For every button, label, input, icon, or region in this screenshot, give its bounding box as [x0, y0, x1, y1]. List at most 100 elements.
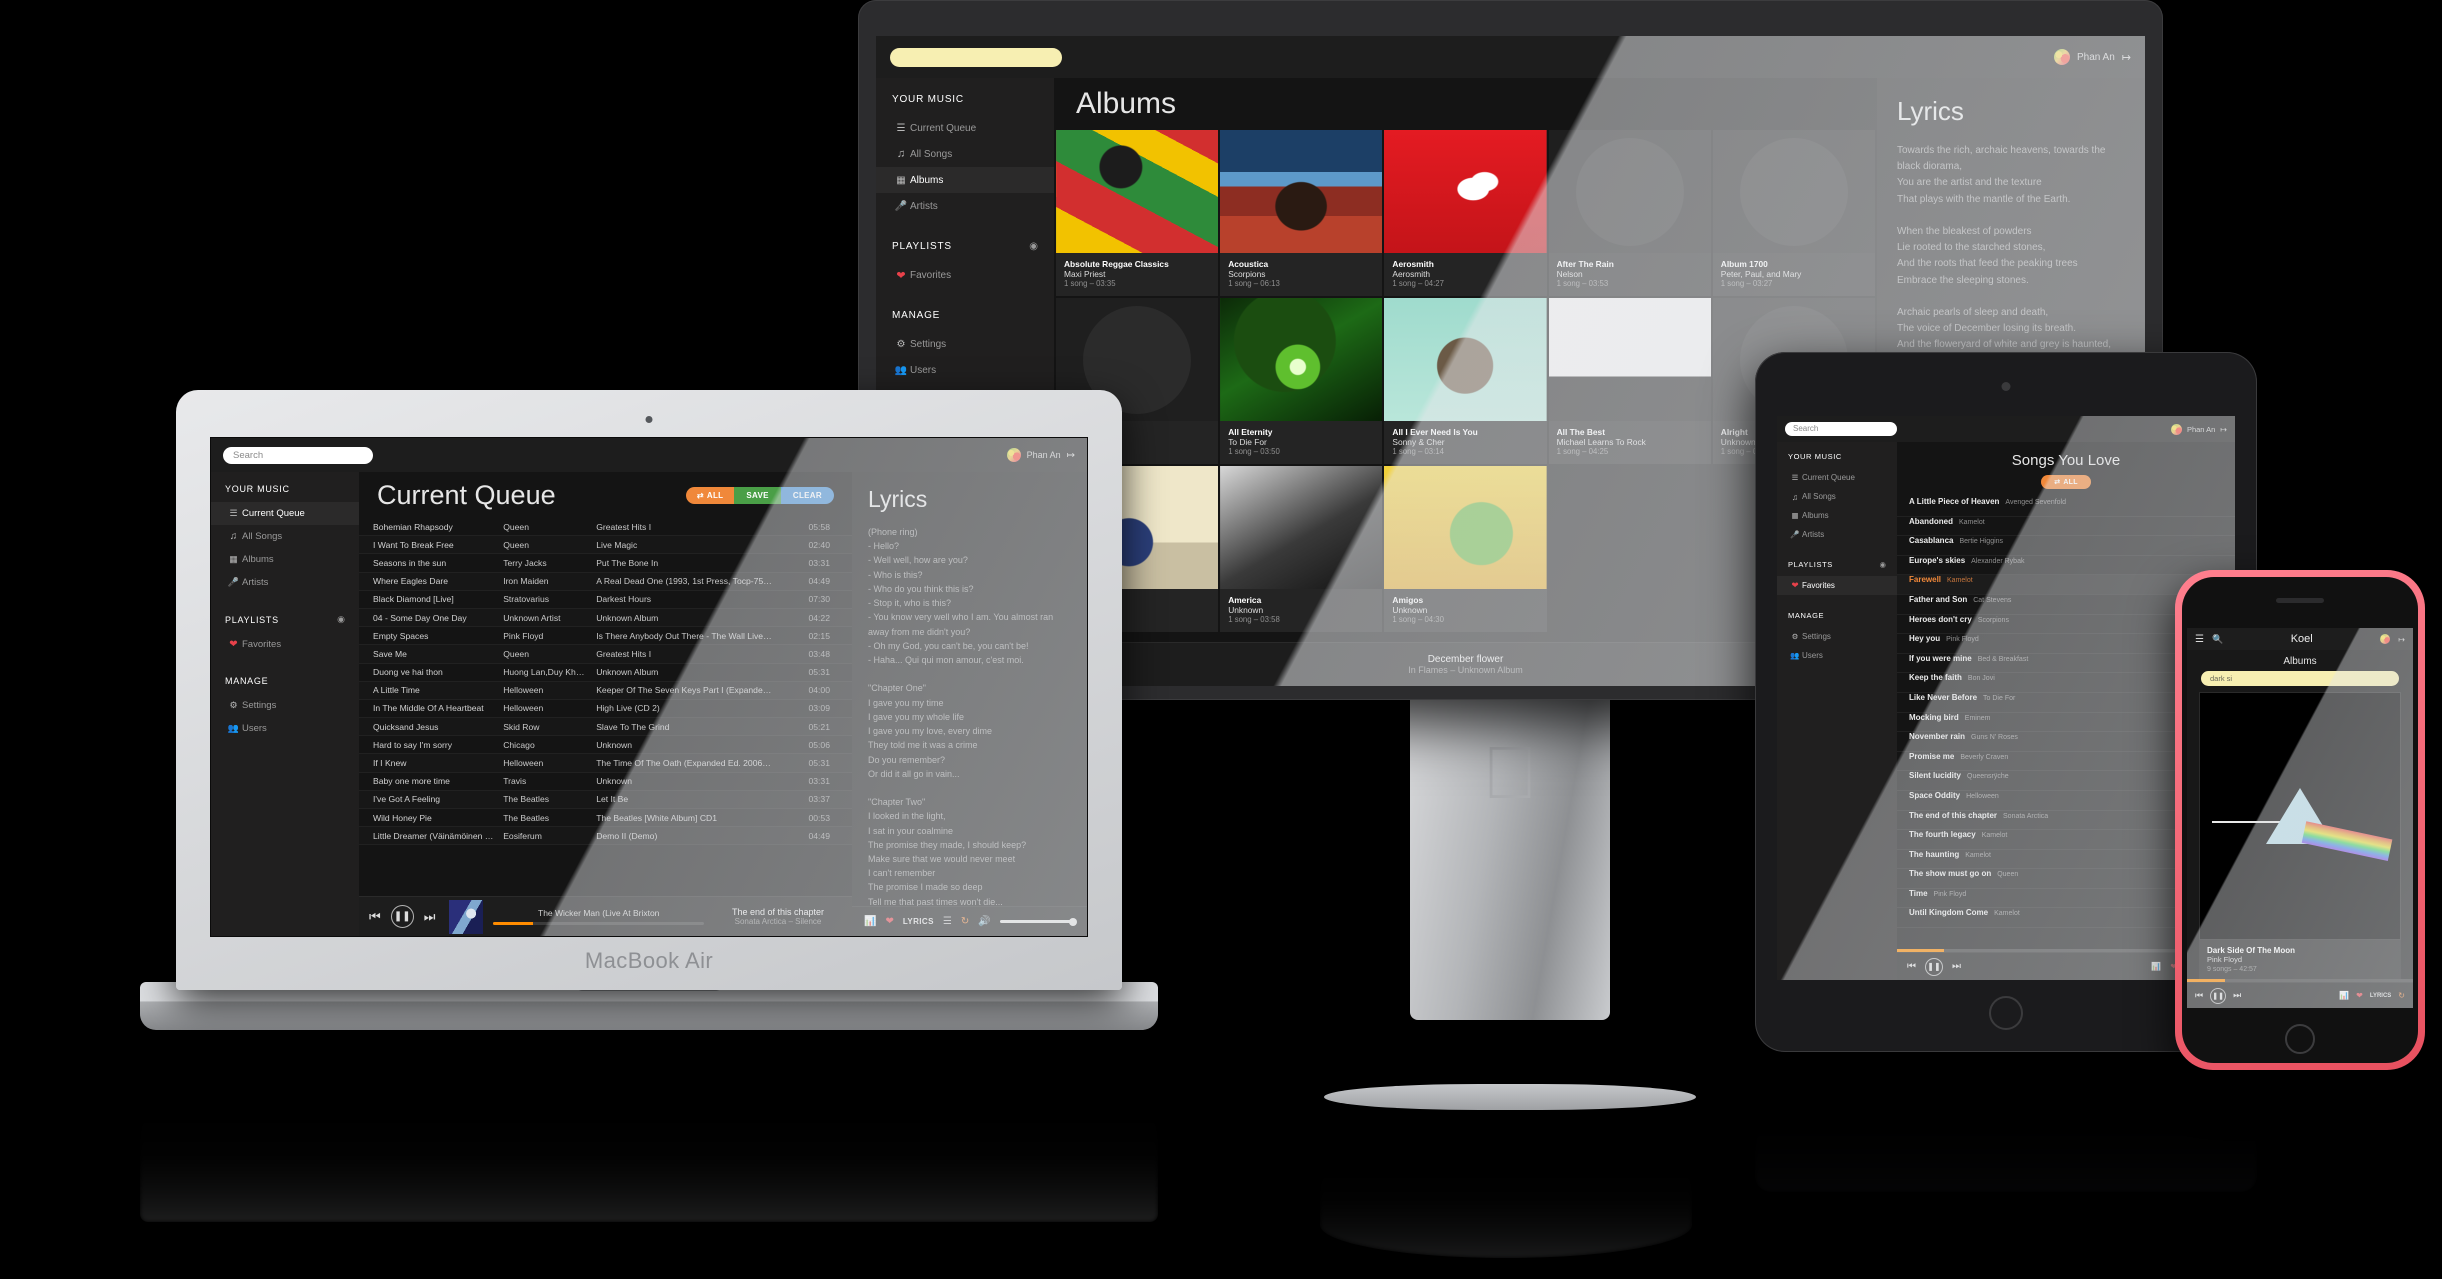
sidebar-item-current-queue[interactable]: ☰ Current Queue [876, 115, 1054, 141]
table-row[interactable]: Save Me Queen Greatest Hits I 03:48 [359, 645, 852, 664]
prev-icon[interactable]: ⏮ [369, 909, 381, 925]
heart-icon[interactable]: ❤ [885, 916, 893, 927]
sidebar-item-settings[interactable]: ⚙ Settings [1777, 627, 1897, 646]
sidebar-item-users[interactable]: 👥 Users [211, 717, 359, 740]
search-input[interactable] [890, 47, 1062, 67]
pause-icon[interactable]: ❚❚ [1925, 957, 1943, 976]
table-row[interactable]: Bohemian Rhapsody Queen Greatest Hits I 05:… [359, 518, 852, 537]
table-row[interactable]: Empty Spaces Pink Floyd Is There Anybody O… [359, 627, 852, 646]
sidebar-item-albums[interactable]: ▦ Albums [1777, 506, 1897, 525]
table-row[interactable]: Where Eagles Dare Iron Maiden A Real Dead … [359, 572, 852, 591]
shuffle-all-button[interactable]: ⇄ ALL [2041, 475, 2091, 489]
sidebar-item-users[interactable]: 👥 Users [876, 357, 1054, 383]
sidebar-item-favorites[interactable]: ❤ Favorites [1777, 576, 1897, 595]
queue-icon[interactable]: ☰ [943, 916, 952, 927]
table-row[interactable]: A Little Time Helloween Keeper Of The Seve… [359, 681, 852, 700]
user-menu[interactable]: Phan An ↦ [2170, 423, 2227, 435]
album-card[interactable]: Album 1700 Peter, Paul, and Mary 1 song – … [1712, 130, 1875, 296]
sidebar-item-all-songs[interactable]: ♫ All Songs [1777, 487, 1897, 506]
sidebar-item-settings[interactable]: ⚙ Settings [876, 331, 1054, 357]
sidebar-item-artists[interactable]: 🎤 Artists [876, 193, 1054, 219]
sidebar-item-users[interactable]: 👥 Users [1777, 646, 1897, 665]
album-card[interactable]: Absolute Reggae Classics Maxi Priest 1 son… [1056, 130, 1219, 296]
next-icon[interactable]: ⏭ [1952, 961, 1961, 972]
table-row[interactable]: Duong ve hai thon Huong Lan,Duy Khanh Unkn… [359, 664, 852, 682]
album-card[interactable]: After The Rain Nelson 1 song – 03:53 [1548, 130, 1711, 296]
prev-icon[interactable]: ⏮ [1907, 961, 1916, 972]
search-input[interactable]: dark si [2201, 671, 2399, 686]
volume-slider[interactable] [999, 920, 1075, 923]
table-row[interactable]: Wild Honey Pie The Beatles The Beatles [Wh… [359, 809, 852, 828]
repeat-icon[interactable]: ↻ [2398, 991, 2405, 1000]
lyrics-tab[interactable]: LYRICS [903, 917, 934, 926]
album-card[interactable]: Aerosmith Aerosmith 1 song – 04:27 [1384, 130, 1547, 296]
album-card[interactable]: All Eternity To Die For 1 song – 03:50 [1220, 298, 1383, 464]
table-row[interactable]: Seasons in the sun Terry Jacks Put The Bon… [359, 554, 852, 573]
equalizer-icon[interactable]: 📊 [2339, 991, 2349, 1000]
plus-circle-icon[interactable]: ◉ [1879, 560, 1886, 569]
album-card[interactable]: All The Best Michael Learns To Rock 1 song… [1548, 298, 1711, 464]
clear-button[interactable]: CLEAR [780, 486, 834, 504]
table-row[interactable]: Quicksand Jesus Skid Row Slave To The Grin… [359, 718, 852, 737]
sidebar-item-albums[interactable]: ▦ Albums [876, 167, 1054, 193]
home-button[interactable] [1989, 996, 2023, 1030]
logout-icon[interactable]: ↦ [1067, 450, 1075, 461]
table-row[interactable]: I Want To Break Free Queen Live Magic 02:40 [359, 536, 852, 555]
sidebar-item-all-songs[interactable]: ♫ All Songs [876, 141, 1054, 167]
sidebar-item-all-songs[interactable]: ♫ All Songs [211, 525, 359, 548]
progress-bar[interactable] [2187, 979, 2413, 982]
table-row[interactable]: Baby one more time Travis Unknown 03:31 [359, 773, 852, 791]
search-icon[interactable]: 🔍 [2212, 634, 2223, 645]
shuffle-all-button[interactable]: ⇄ ALL [685, 486, 735, 504]
next-icon[interactable]: ⏭ [424, 909, 436, 925]
list-item[interactable]: Abandoned Kamelot [1897, 517, 2235, 537]
album-card[interactable]: Amigos Unknown 1 song – 04:30 [1384, 466, 1547, 632]
track-title: Wild Honey Pie [373, 812, 432, 823]
album-card[interactable]: Acoustica Scorpions 1 song – 06:13 [1220, 130, 1383, 296]
table-row[interactable]: Black Diamond [Live] Stratovarius Darkest … [359, 591, 852, 609]
user-menu[interactable]: Phan An ↦ [2053, 49, 2131, 65]
logout-icon[interactable]: ↦ [2220, 425, 2227, 434]
pause-icon[interactable]: ❚❚ [2210, 987, 2227, 1004]
heart-icon[interactable]: ❤ [2356, 991, 2363, 1000]
prev-icon[interactable]: ⏮ [2195, 990, 2203, 1001]
logout-icon[interactable]: ↦ [2398, 635, 2405, 644]
lyrics-tab[interactable]: LYRICS [2370, 993, 2391, 999]
sidebar-item-favorites[interactable]: ❤ Favorites [211, 633, 359, 656]
sidebar-item-current-queue[interactable]: ☰ Current Queue [1777, 468, 1897, 487]
queue-track-list[interactable]: Bohemian Rhapsody Queen Greatest Hits I 05:… [359, 518, 852, 896]
next-icon[interactable]: ⏭ [2233, 990, 2241, 1001]
sidebar-item-settings[interactable]: ⚙ Settings [211, 694, 359, 717]
volume-icon[interactable]: 🔊 [978, 916, 990, 927]
plus-circle-icon[interactable]: ◉ [1029, 241, 1038, 252]
list-item[interactable]: A Little Piece of Heaven Avenged Sevenfol… [1897, 497, 2235, 517]
logout-icon[interactable]: ↦ [2122, 51, 2131, 64]
search-input[interactable]: Search [223, 446, 373, 464]
sidebar-item-favorites[interactable]: ❤ Favorites [876, 262, 1054, 288]
list-item[interactable]: Casablanca Bertie Higgins [1897, 536, 2235, 556]
save-button[interactable]: SAVE [734, 486, 781, 504]
search-input[interactable]: Search [1785, 422, 1897, 436]
album-card[interactable]: America Unknown 1 song – 03:58 [1220, 466, 1383, 632]
sidebar-item-albums[interactable]: ▦ Albums [211, 548, 359, 571]
sidebar-item-artists[interactable]: 🎤 Artists [1777, 525, 1897, 544]
album-card[interactable]: All I Ever Need Is You Sonny & Cher 1 song… [1384, 298, 1547, 464]
equalizer-icon[interactable]: 📊 [864, 916, 876, 927]
progress-bar[interactable] [493, 922, 704, 925]
sidebar-item-current-queue[interactable]: ☰ Current Queue [211, 502, 359, 525]
pause-icon[interactable]: ❚❚ [390, 905, 414, 928]
table-row[interactable]: Little Dreamer (Väinämöinen part II) Eosi… [359, 827, 852, 846]
user-menu[interactable]: Phan An ↦ [1006, 448, 1075, 462]
track-artist: Kamelot [1994, 910, 2020, 918]
table-row[interactable]: If I Knew Helloween The Time Of The Oath (… [359, 754, 852, 773]
menu-icon[interactable]: ☰ [2195, 634, 2204, 645]
sidebar-item-artists[interactable]: 🎤 Artists [211, 571, 359, 594]
equalizer-icon[interactable]: 📊 [2151, 962, 2161, 971]
table-row[interactable]: I've Got A Feeling The Beatles Let It Be 03… [359, 790, 852, 809]
plus-circle-icon[interactable]: ◉ [337, 614, 345, 625]
table-row[interactable]: Hard to say I'm sorry Chicago Unknown 05:06 [359, 736, 852, 755]
table-row[interactable]: In The Middle Of A Heartbeat Helloween Hig… [359, 700, 852, 719]
home-button[interactable] [2285, 1024, 2315, 1054]
repeat-icon[interactable]: ↻ [961, 916, 969, 927]
table-row[interactable]: 04 - Some Day One Day Unknown Artist Unkno… [359, 608, 852, 628]
